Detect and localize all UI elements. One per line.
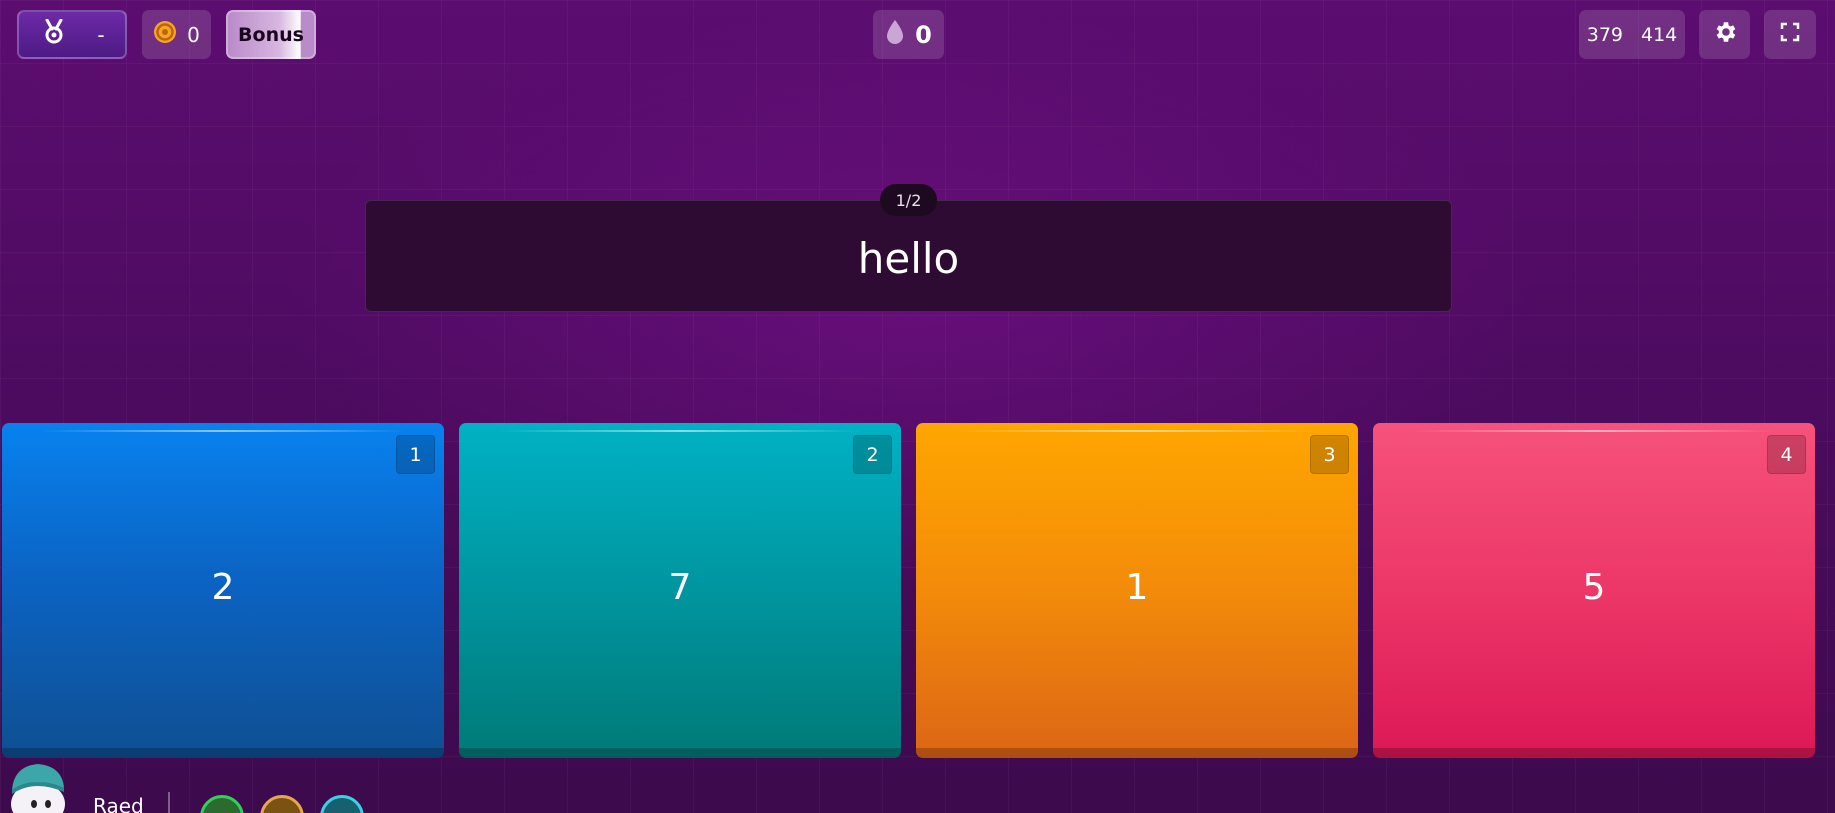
divider	[168, 792, 170, 813]
score-display: 379 414	[1579, 10, 1685, 59]
bonus-button[interactable]: Bonus	[226, 10, 316, 59]
coin-counter[interactable]: 0	[142, 10, 211, 59]
answer-option-4[interactable]: 4 5	[1373, 423, 1815, 758]
answer-option-1[interactable]: 1 2	[2, 423, 444, 758]
question-card: hello	[365, 200, 1452, 312]
question-counter: 1/2	[880, 184, 937, 216]
player-name: Raed	[93, 794, 144, 813]
gear-icon	[1712, 19, 1738, 50]
coin-count: 0	[187, 22, 200, 47]
answer-option-2[interactable]: 2 7	[459, 423, 901, 758]
rank-badge[interactable]: -	[17, 10, 127, 59]
settings-button[interactable]	[1699, 10, 1750, 59]
answer-key-1: 1	[396, 435, 435, 474]
answer-text-3: 1	[1125, 567, 1149, 608]
score-right: 414	[1641, 23, 1678, 46]
answer-text-2: 7	[668, 567, 692, 608]
answer-key-4: 4	[1767, 435, 1806, 474]
answer-key-2: 2	[853, 435, 892, 474]
fullscreen-button[interactable]	[1764, 10, 1816, 59]
streak-count: 0	[915, 20, 932, 49]
coin-icon	[153, 20, 177, 49]
drop-icon	[885, 19, 905, 51]
answer-text-4: 5	[1582, 567, 1606, 608]
bonus-label: Bonus	[238, 23, 304, 46]
rank-value: -	[97, 22, 105, 47]
question-text: hello	[857, 233, 960, 283]
streak-counter: 0	[873, 10, 944, 59]
score-left: 379	[1586, 23, 1623, 46]
answer-option-3[interactable]: 3 1	[916, 423, 1358, 758]
answer-text-1: 2	[211, 567, 235, 608]
answer-key-3: 3	[1310, 435, 1349, 474]
medal-icon	[43, 18, 65, 50]
avatar	[4, 758, 68, 813]
fullscreen-icon	[1780, 22, 1800, 47]
